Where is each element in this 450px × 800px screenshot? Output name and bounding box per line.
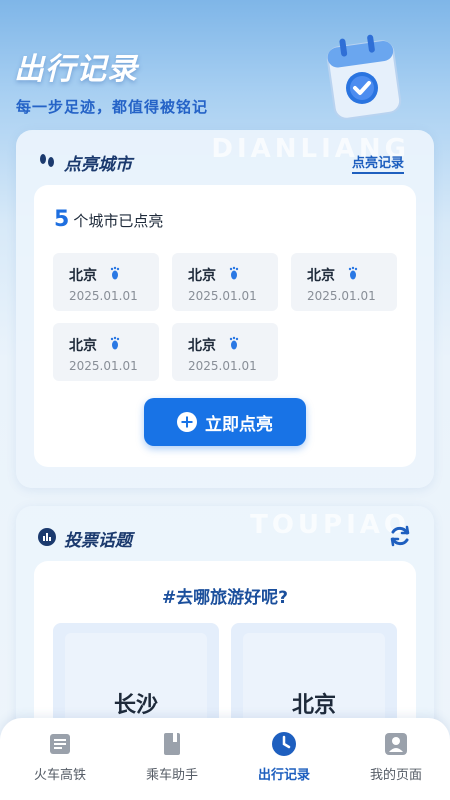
calendar-check-icon [326,34,402,120]
header: 出行记录 每一步足迹，都值得被铭记 [0,0,450,135]
footprint-icon [110,336,120,350]
clock-icon [272,732,296,756]
lit-count-number: 5 [54,207,70,232]
city-date: 2025.01.01 [69,289,138,303]
page-subtitle: 每一步足迹，都值得被铭记 [16,98,209,116]
city-item[interactable]: 北京 2025.01.01 [172,323,278,381]
light-now-label: 立即点亮 [205,414,273,435]
city-item[interactable]: 北京 2025.01.01 [291,253,397,311]
card-title: 点亮城市 [64,155,132,175]
tab-label: 我的页面 [369,768,422,783]
footprint-icon [110,266,120,280]
page-title: 出行记录 [14,52,138,87]
vote-question: #去哪旅游好呢? [161,588,289,608]
plus-circle-icon [177,412,197,432]
profile-icon [385,733,407,755]
city-date: 2025.01.01 [188,359,257,373]
light-city-panel: 5 个城市已点亮 北京 2025.01.01 北京 2025.01.01 北京 … [34,185,416,467]
city-date: 2025.01.01 [188,289,257,303]
tab-my-page[interactable]: 我的页面 [340,730,450,783]
bar-chart-icon [38,528,56,546]
ticket-icon [50,734,70,754]
footprint-icon [229,336,239,350]
refresh-icon[interactable] [388,524,412,548]
tab-label: 出行记录 [257,768,310,783]
footprints-icon [40,154,54,167]
city-name: 北京 [188,338,216,354]
city-item[interactable]: 北京 2025.01.01 [172,253,278,311]
city-date: 2025.01.01 [69,359,138,373]
footprint-icon [229,266,239,280]
city-name: 北京 [307,268,335,284]
tab-label: 火车高铁 [33,768,86,783]
city-item[interactable]: 北京 2025.01.01 [53,323,159,381]
light-city-card: DIANLIANG 点亮城市 点亮记录 5 个城市已点亮 北京 2025.01.… [16,130,434,488]
city-item[interactable]: 北京 2025.01.01 [53,253,159,311]
tab-travel-records[interactable]: 出行记录 [228,730,340,783]
tab-ride-assistant[interactable]: 乘车助手 [116,730,228,783]
tab-train[interactable]: 火车高铁 [4,730,116,783]
card-title: 投票话题 [64,531,132,551]
lit-count-text: 个城市已点亮 [73,212,164,230]
city-name: 北京 [69,338,97,354]
card-watermark: TOUPIAO [250,510,410,540]
city-name: 北京 [188,268,216,284]
light-now-button[interactable]: 立即点亮 [144,398,306,446]
city-name: 北京 [69,268,97,284]
footprint-icon [348,266,358,280]
bottom-tab-bar: 火车高铁 乘车助手 出行记录 我的页面 [0,718,450,800]
tab-label: 乘车助手 [145,768,198,783]
book-icon [164,733,180,755]
city-date: 2025.01.01 [307,289,376,303]
lit-count: 5 个城市已点亮 [54,207,163,232]
light-records-link[interactable]: 点亮记录 [351,152,404,174]
